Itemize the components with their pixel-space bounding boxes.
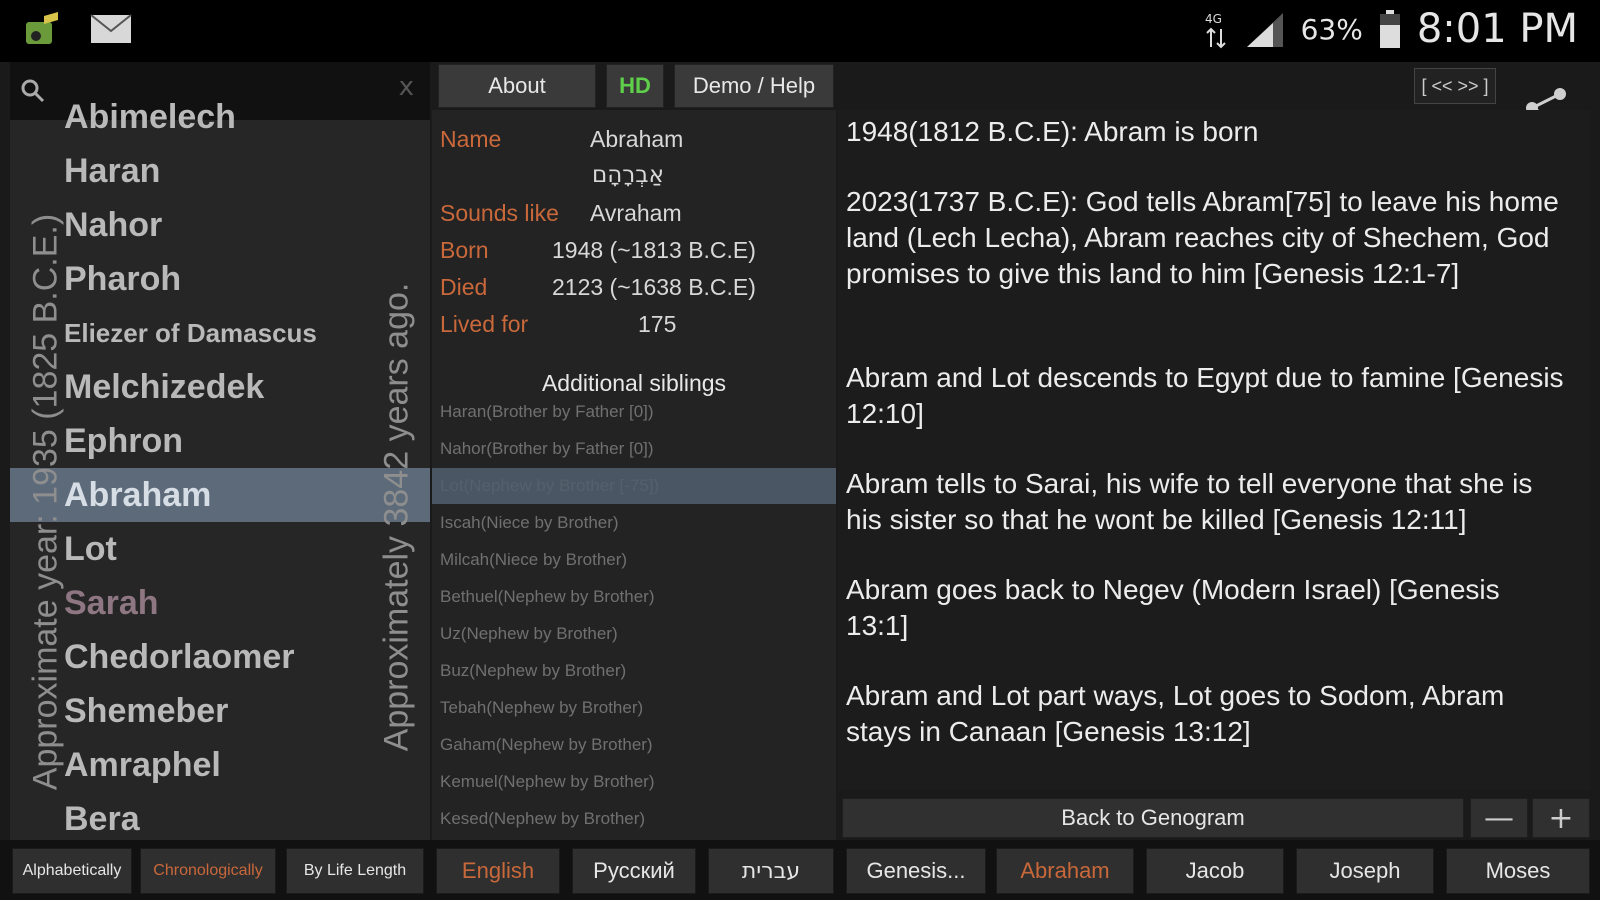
list-item[interactable]: Milcah(Niece by Brother) <box>432 542 836 578</box>
list-item-selected[interactable]: Abraham <box>10 468 430 522</box>
list-item[interactable]: Amraphel <box>10 738 430 792</box>
event-text: 2023(1737 B.C.E): God tells Abram[75] to… <box>846 186 1559 289</box>
person-joseph-button[interactable]: Joseph <box>1296 848 1434 894</box>
tab-about[interactable]: About <box>438 64 596 108</box>
list-item[interactable]: Melchizedek <box>10 360 430 414</box>
event-text: Abram and Lot descends to Egypt due to f… <box>846 362 1564 429</box>
language-hebrew-button[interactable]: עברית <box>708 848 834 894</box>
born-value: 1948 (~1813 B.C.E) <box>552 237 756 263</box>
lived-for-value: 175 <box>638 311 677 337</box>
list-item[interactable]: Kemuel(Nephew by Brother) <box>432 764 836 800</box>
event-text: Abram and Lot part ways, Lot goes to Sod… <box>846 680 1505 747</box>
died-value: 2123 (~1638 B.C.E) <box>552 274 756 300</box>
sort-chronologically-button[interactable]: Chronologically <box>140 848 276 894</box>
person-moses-button[interactable]: Moses <box>1446 848 1590 894</box>
list-item[interactable]: Uz(Nephew by Brother) <box>432 616 836 652</box>
siblings-heading: Additional siblings <box>541 370 727 396</box>
list-item[interactable]: Pharoh <box>10 252 430 306</box>
years-ago-label: Approximately 3842 years ago. <box>377 282 416 752</box>
person-abraham-button[interactable]: Abraham <box>996 848 1134 894</box>
list-item[interactable]: Bethuel(Nephew by Brother) <box>432 579 836 615</box>
died-label: Died <box>440 274 488 300</box>
list-item[interactable]: Shemeber <box>10 684 430 738</box>
signal-icon <box>1246 13 1283 47</box>
list-item[interactable]: Kesed(Nephew by Brother) <box>432 801 836 837</box>
lived-for-label: Lived for <box>440 311 529 337</box>
prev-next-button[interactable]: [ << >> ] <box>1414 68 1496 104</box>
tab-hd[interactable]: HD <box>606 64 664 108</box>
sounds-like-value: Avraham <box>590 200 682 226</box>
language-russian-button[interactable]: Русский <box>572 848 696 894</box>
data-4g-icon: 4G <box>1205 12 1226 49</box>
event-text: Abram goes back to Negev (Modern Israel)… <box>846 574 1500 641</box>
born-label: Born <box>440 237 489 263</box>
list-item[interactable]: Iscah(Niece by Brother) <box>432 505 836 541</box>
list-item[interactable]: Abimelech <box>10 90 430 144</box>
music-app-icon <box>26 12 58 44</box>
zoom-out-button[interactable]: — <box>1470 798 1528 838</box>
language-english-button[interactable]: English <box>436 848 560 894</box>
list-item[interactable]: Eliezer of Damascus <box>10 306 430 360</box>
sounds-like-label: Sounds like <box>440 200 559 226</box>
name-value: Abraham <box>590 126 684 152</box>
event-text: 1948(1812 B.C.E): Abram is born <box>846 116 1259 147</box>
list-item[interactable]: Ephron <box>10 414 430 468</box>
svg-text:4G: 4G <box>1205 12 1222 26</box>
zoom-in-button[interactable]: + <box>1532 798 1590 838</box>
name-label: Name <box>440 126 502 152</box>
list-item[interactable]: Lot <box>10 522 430 576</box>
clock: 8:01 PM <box>1416 6 1578 52</box>
mail-icon <box>90 14 132 43</box>
battery-icon <box>1379 10 1400 48</box>
approx-year-label: Approximate year: 1935 (1825 B.C.E.) <box>26 213 65 791</box>
list-item[interactable]: Haran(Brother by Father [0]) <box>432 394 836 430</box>
names-panel: x Abimelech Haran Nahor Pharoh Eliezer o… <box>10 62 430 840</box>
tab-demo-help[interactable]: Demo / Help <box>674 64 834 108</box>
list-item[interactable]: Nahor <box>10 198 430 252</box>
list-item[interactable]: Tebah(Nephew by Brother) <box>432 690 836 726</box>
back-to-genogram-button[interactable]: Back to Genogram <box>842 798 1464 838</box>
battery-percent: 63% <box>1300 12 1363 46</box>
status-bar: 4G 63% 8:01 PM <box>0 0 1600 62</box>
sort-alphabetically-button[interactable]: Alphabetically <box>12 848 132 894</box>
sort-by-life-length-button[interactable]: By Life Length <box>286 848 424 894</box>
hebrew-name: אַבְרָהָם <box>592 162 664 188</box>
list-item[interactable]: Nahor(Brother by Father [0]) <box>432 431 836 467</box>
details-panel: Name Abraham אַבְרָהָם Sounds like Avrah… <box>432 110 836 840</box>
list-item[interactable]: Buz(Nephew by Brother) <box>432 653 836 689</box>
list-item[interactable]: Haran <box>10 144 430 198</box>
book-genesis-button[interactable]: Genesis... <box>846 848 986 894</box>
list-item[interactable]: Chedorlaomer <box>10 630 430 684</box>
list-item-selected[interactable]: Lot(Nephew by Brother [-75]) <box>432 468 836 504</box>
events-panel: 1948(1812 B.C.E): Abram is born 2023(173… <box>838 110 1590 790</box>
event-text: Abram tells to Sarai, his wife to tell e… <box>846 468 1533 535</box>
person-jacob-button[interactable]: Jacob <box>1146 848 1284 894</box>
names-list: Abimelech Haran Nahor Pharoh Eliezer of … <box>10 98 430 840</box>
list-item[interactable]: Gaham(Nephew by Brother) <box>432 727 836 763</box>
list-item[interactable]: Sarah <box>10 576 430 630</box>
list-item[interactable]: Bera <box>10 792 430 840</box>
